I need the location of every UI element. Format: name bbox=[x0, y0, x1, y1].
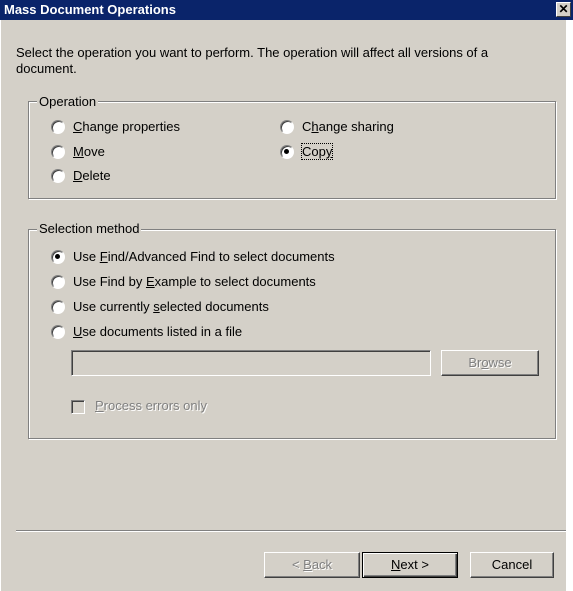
process-errors-label: Process errors only bbox=[95, 398, 207, 413]
radio-label: Change sharing bbox=[302, 119, 394, 134]
radio-button-selected-icon bbox=[280, 144, 294, 159]
radio-button-icon bbox=[51, 119, 65, 134]
radio-button-selected-icon bbox=[51, 249, 65, 264]
radio-change-sharing[interactable]: Change sharing bbox=[280, 119, 394, 134]
radio-label: Use Find by Example to select documents bbox=[73, 274, 316, 289]
radio-change-properties[interactable]: Change properties bbox=[51, 119, 180, 134]
radio-label: Use currently selected documents bbox=[73, 299, 269, 314]
dialog-body: Select the operation you want to perform… bbox=[0, 20, 566, 591]
cancel-label: Cancel bbox=[491, 557, 533, 572]
window-title: Mass Document Operations bbox=[4, 2, 176, 17]
radio-label: Move bbox=[73, 144, 105, 159]
cancel-button[interactable]: Cancel bbox=[470, 552, 554, 578]
radio-use-find-by-example[interactable]: Use Find by Example to select documents bbox=[51, 274, 316, 289]
browse-button[interactable]: Browse bbox=[441, 350, 539, 376]
next-button[interactable]: Next > bbox=[362, 552, 458, 578]
next-label: Next > bbox=[391, 557, 429, 572]
file-path-input[interactable] bbox=[71, 350, 431, 376]
radio-label: Use documents listed in a file bbox=[73, 324, 243, 339]
selection-method-legend: Selection method bbox=[37, 221, 142, 236]
instructions-text: Select the operation you want to perform… bbox=[16, 45, 489, 76]
close-icon[interactable]: ✕ bbox=[556, 2, 571, 17]
radio-label: Delete bbox=[73, 168, 111, 183]
process-errors-checkbox[interactable] bbox=[71, 400, 85, 414]
radio-button-icon bbox=[51, 168, 65, 183]
back-label: < Back bbox=[291, 557, 333, 572]
radio-button-icon bbox=[51, 299, 65, 314]
radio-label: Copy bbox=[300, 143, 334, 160]
title-bar: Mass Document Operations ✕ bbox=[0, 0, 573, 20]
radio-move[interactable]: Move bbox=[51, 144, 105, 159]
radio-button-icon bbox=[51, 324, 65, 339]
radio-use-find[interactable]: Use Find/Advanced Find to select documen… bbox=[51, 249, 335, 264]
separator-line bbox=[16, 530, 566, 532]
radio-dot-icon bbox=[284, 148, 289, 154]
radio-button-icon bbox=[280, 119, 294, 134]
operation-legend: Operation bbox=[37, 94, 99, 109]
browse-label: Browse bbox=[468, 355, 512, 370]
radio-use-file[interactable]: Use documents listed in a file bbox=[51, 324, 242, 339]
radio-button-icon bbox=[51, 144, 65, 159]
radio-dot-icon bbox=[55, 253, 60, 259]
radio-copy[interactable]: Copy bbox=[280, 143, 334, 160]
window-edge bbox=[565, 20, 573, 591]
radio-label: Use Find/Advanced Find to select documen… bbox=[73, 249, 335, 264]
back-button[interactable]: < Back bbox=[264, 552, 360, 578]
radio-label: Change properties bbox=[73, 119, 180, 134]
radio-use-selected[interactable]: Use currently selected documents bbox=[51, 299, 269, 314]
radio-button-icon bbox=[51, 274, 65, 289]
radio-delete[interactable]: Delete bbox=[51, 168, 111, 183]
